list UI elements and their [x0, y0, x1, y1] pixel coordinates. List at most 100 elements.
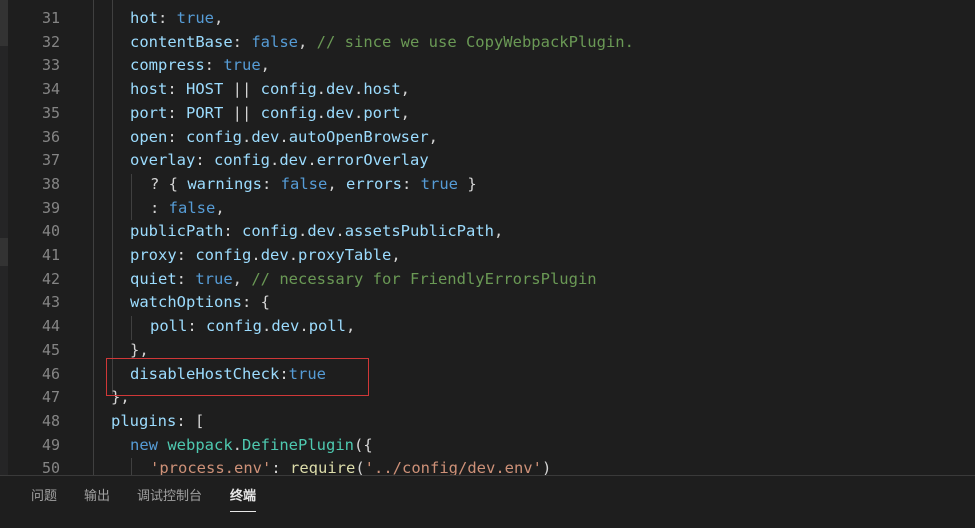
code-line[interactable]: watchOptions: {	[130, 291, 270, 315]
code-line[interactable]: host: HOST || config.dev.host,	[130, 78, 410, 102]
code-area[interactable]: hot: true, contentBase: false, // since w…	[92, 0, 975, 475]
indent-guide	[131, 458, 132, 475]
line-number: 33	[41, 56, 60, 75]
code-line[interactable]: hot: true,	[130, 7, 223, 31]
code-token: .	[242, 127, 252, 146]
code-token: ({	[353, 435, 373, 454]
code-token: ||	[223, 103, 261, 122]
code-token: .	[335, 222, 345, 241]
code-token: (	[355, 459, 365, 475]
tab-output[interactable]: 输出	[84, 487, 110, 511]
code-token: publicPath	[130, 222, 224, 241]
code-token: .	[354, 103, 364, 122]
line-number: 47	[41, 388, 60, 407]
code-token: require	[290, 459, 356, 475]
code-token: ,	[346, 317, 356, 336]
code-token: dev	[279, 151, 308, 170]
line-number: 38	[41, 174, 60, 193]
indent-guide	[131, 174, 132, 220]
line-number: 32	[41, 32, 60, 51]
code-token: config	[186, 127, 242, 146]
indent-guide	[93, 0, 94, 475]
code-token: .	[316, 103, 326, 122]
code-token: :	[167, 127, 186, 146]
code-editor[interactable]: 31 32 33 34 35 36 37 38 39 40 41 42 43 44 45 46 47 48 49 50…	[0, 0, 975, 475]
code-token: host	[363, 80, 401, 99]
code-token: ,	[298, 32, 317, 51]
code-token: false	[168, 198, 216, 217]
code-token: :	[158, 9, 177, 27]
strip-marker	[0, 0, 8, 46]
tab-terminal[interactable]: 终端	[230, 487, 257, 512]
code-token: :	[402, 174, 421, 193]
code-token: assetsPublicPath	[344, 222, 494, 241]
tab-problems[interactable]: 问题	[31, 487, 57, 511]
line-number: 39	[41, 198, 60, 217]
code-line[interactable]: open: config.dev.autoOpenBrowser,	[130, 126, 438, 150]
strip-marker	[0, 238, 8, 266]
line-number: 44	[41, 317, 60, 336]
line-number: 37	[41, 151, 60, 170]
code-token: },	[130, 340, 149, 359]
code-token: dev	[326, 80, 354, 99]
line-number: 50	[41, 459, 60, 475]
code-line[interactable]: poll: config.dev.poll,	[150, 315, 355, 339]
code-token: :	[261, 174, 281, 193]
code-token: HOST	[186, 80, 224, 99]
code-token: // necessary for FriendlyErrorsPlugin	[251, 269, 597, 288]
code-token: )	[541, 459, 552, 475]
code-token: :	[271, 459, 290, 475]
code-token: false	[251, 32, 298, 51]
line-number: 35	[41, 103, 60, 122]
code-token: warnings	[187, 174, 262, 193]
activity-strip	[0, 0, 8, 475]
code-token: host	[130, 80, 168, 99]
code-token: .	[262, 317, 272, 336]
code-token: :	[167, 80, 186, 99]
code-token: poll	[150, 317, 188, 336]
code-line[interactable]: quiet: true, // necessary for FriendlyEr…	[130, 268, 597, 292]
line-number: 40	[41, 222, 60, 241]
code-token: dev	[326, 103, 354, 122]
code-line[interactable]: overlay: config.dev.errorOverlay	[130, 149, 429, 173]
line-number: 42	[41, 269, 60, 288]
code-line[interactable]: plugins: [	[111, 410, 204, 434]
code-token: watchOptions	[130, 293, 242, 312]
code-line[interactable]: port: PORT || config.dev.port,	[130, 102, 410, 126]
code-token: .	[299, 317, 309, 336]
tab-debug-console[interactable]: 调试控制台	[137, 487, 202, 511]
code-line[interactable]: ? { warnings: false, errors: true }	[150, 173, 477, 197]
code-token: ,	[214, 9, 224, 27]
code-token: :	[232, 32, 252, 51]
code-line[interactable]: proxy: config.dev.proxyTable,	[130, 244, 401, 268]
code-token: config	[260, 103, 317, 122]
code-token: : {	[241, 293, 270, 312]
code-token: dev	[251, 127, 280, 146]
code-token: .	[307, 151, 317, 170]
code-token: }	[458, 174, 477, 193]
code-token: webpack	[167, 435, 233, 454]
code-token: port	[363, 103, 401, 122]
line-number-gutter: 31 32 33 34 35 36 37 38 39 40 41 42 43 44 45 46 47 48 49 50	[8, 0, 70, 475]
code-token: config	[242, 222, 298, 241]
code-token: ,	[215, 198, 225, 217]
code-line[interactable]: compress: true,	[130, 54, 270, 78]
line-number: 31	[41, 9, 60, 27]
code-line[interactable]: publicPath: config.dev.assetsPublicPath,	[130, 220, 503, 244]
code-line[interactable]: 'process.env': require('../config/dev.en…	[150, 457, 551, 475]
code-line[interactable]: new webpack.DefinePlugin({	[130, 434, 373, 458]
code-token: config	[195, 246, 252, 264]
code-line[interactable]: : false,	[150, 197, 225, 221]
code-token: // since we use CopyWebpackPlugin.	[316, 32, 634, 51]
code-token: errorOverlay	[316, 151, 429, 170]
code-token: ,	[428, 127, 439, 146]
line-number: 34	[41, 80, 60, 99]
code-token: ,	[391, 246, 401, 264]
code-token: .	[316, 80, 326, 99]
code-token: open	[130, 127, 168, 146]
indent-guide	[112, 0, 113, 394]
code-token: contentBase	[130, 32, 233, 51]
code-token: :	[204, 56, 224, 75]
code-line[interactable]: contentBase: false, // since we use Copy…	[130, 31, 634, 55]
code-token: ,	[327, 174, 346, 193]
